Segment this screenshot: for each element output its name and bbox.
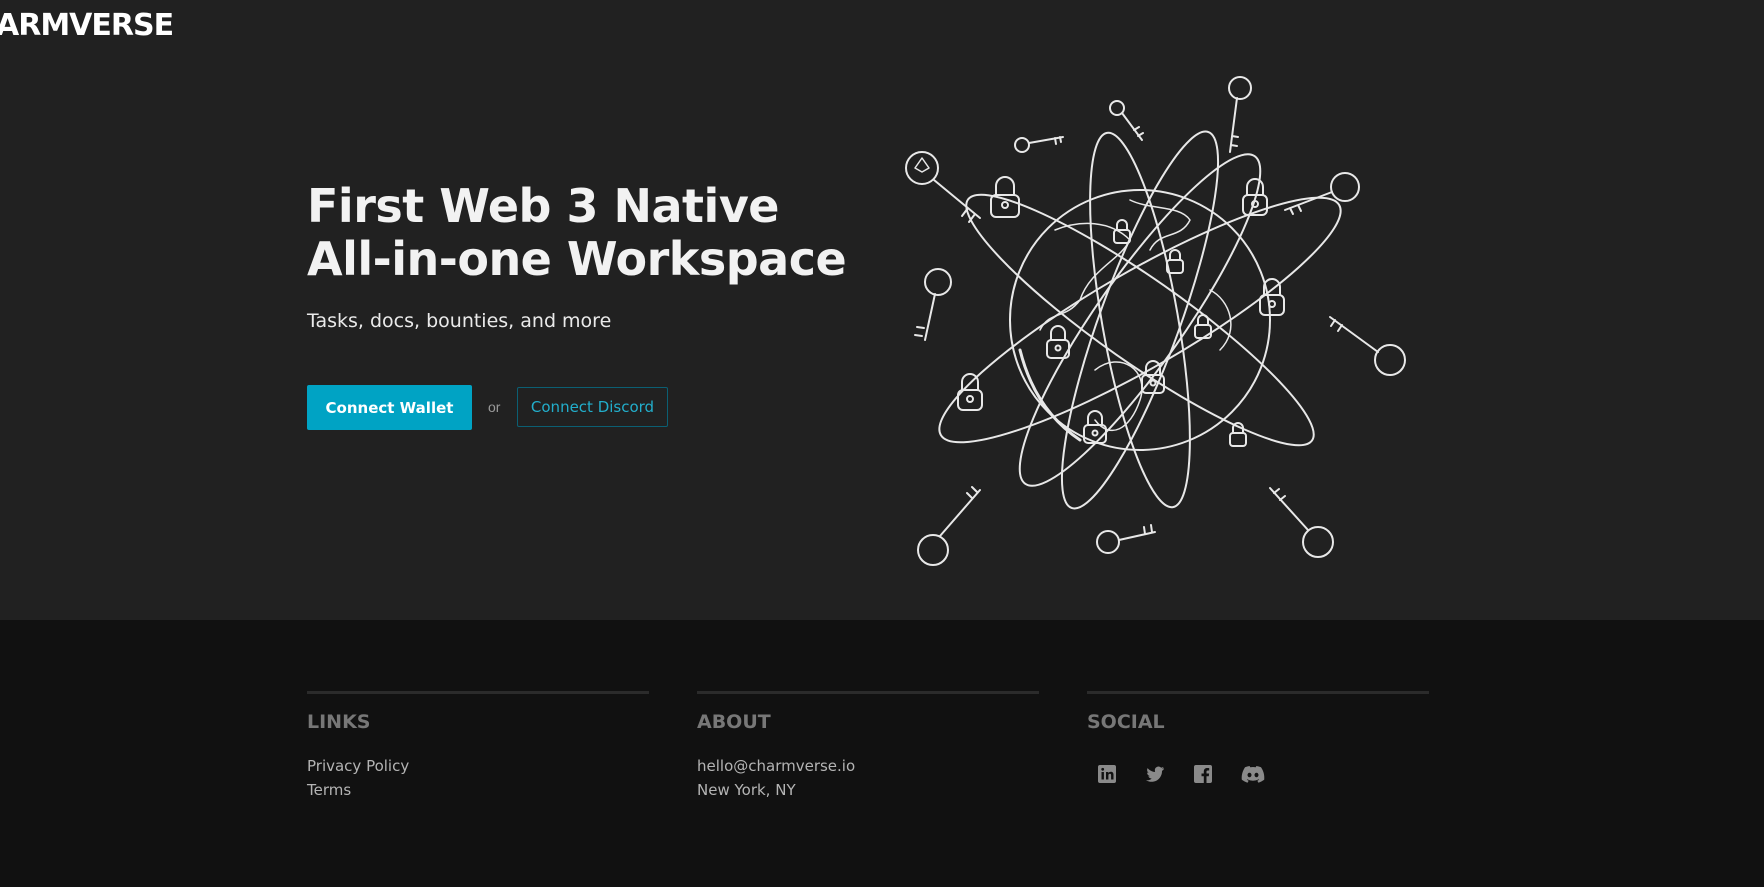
subheadline: Tasks, docs, bounties, and more xyxy=(307,310,612,332)
headline-line-1: First Web 3 Native xyxy=(307,179,780,233)
contact-email-link[interactable]: hello@charmverse.io xyxy=(697,754,1039,778)
links-heading: LINKS xyxy=(307,711,371,733)
hero-section: ARMVERSE First Web 3 Native All-in-one W… xyxy=(0,0,1764,620)
globe-keys-illustration xyxy=(905,76,1406,566)
discord-icon[interactable] xyxy=(1241,764,1265,784)
privacy-policy-link[interactable]: Privacy Policy xyxy=(307,754,649,778)
footer-social-column: SOCIAL xyxy=(1087,691,1429,784)
about-heading: ABOUT xyxy=(697,711,771,733)
twitter-icon[interactable] xyxy=(1145,764,1165,784)
terms-link[interactable]: Terms xyxy=(307,778,649,802)
or-label: or xyxy=(488,399,501,415)
footer-about-column: ABOUT hello@charmverse.io New York, NY xyxy=(697,691,1039,802)
facebook-icon[interactable] xyxy=(1193,764,1213,784)
connect-wallet-button[interactable]: Connect Wallet xyxy=(307,385,472,430)
page-title: First Web 3 Native All-in-one Workspace xyxy=(307,179,847,286)
linkedin-icon[interactable] xyxy=(1097,764,1117,784)
social-heading: SOCIAL xyxy=(1087,711,1165,733)
connect-discord-button[interactable]: Connect Discord xyxy=(517,387,668,427)
location-text: New York, NY xyxy=(697,781,796,799)
logo[interactable]: ARMVERSE xyxy=(0,8,174,43)
footer-links-column: LINKS Privacy Policy Terms xyxy=(307,691,649,802)
headline-line-2: All-in-one Workspace xyxy=(307,232,847,286)
footer: LINKS Privacy Policy Terms ABOUT hello@c… xyxy=(0,620,1764,887)
